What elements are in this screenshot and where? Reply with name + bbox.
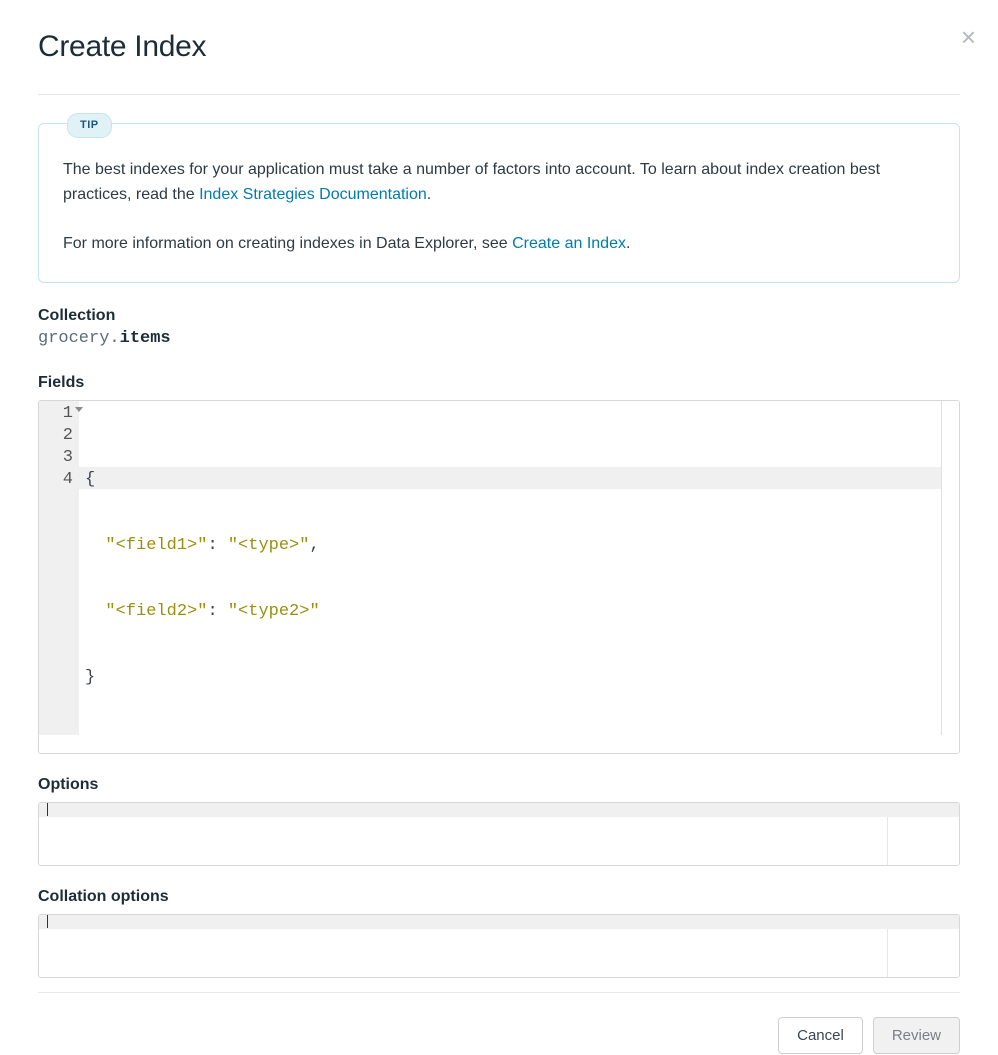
cancel-button[interactable]: Cancel — [778, 1017, 863, 1054]
collection-coll: items — [120, 329, 171, 348]
header-divider — [38, 94, 960, 95]
cursor-icon — [47, 803, 48, 816]
cursor-icon — [47, 915, 48, 928]
tip-text: . — [626, 235, 630, 252]
code-token: : — [207, 536, 227, 555]
fields-label: Fields — [38, 374, 960, 392]
page-title: Create Index — [38, 30, 960, 64]
collection-db: grocery — [38, 329, 109, 348]
code-token: "<type>" — [228, 536, 310, 555]
editor-code[interactable]: { "<field1>": "<type>", "<field2>": "<ty… — [79, 401, 941, 735]
line-number: 2 — [49, 425, 73, 447]
editor-body[interactable] — [39, 817, 887, 865]
tip-paragraph-2: For more information on creating indexes… — [63, 232, 935, 257]
options-label: Options — [38, 776, 960, 794]
editor-header-bar — [39, 915, 959, 929]
code-token: } — [85, 668, 95, 687]
editor-scrollbar[interactable] — [887, 929, 959, 977]
tip-text: The best indexes for your application mu… — [63, 161, 880, 203]
code-token: , — [309, 536, 319, 555]
link-create-an-index[interactable]: Create an Index — [512, 235, 626, 252]
collection-dot: . — [109, 329, 119, 348]
line-number: 4 — [49, 469, 73, 491]
link-index-strategies[interactable]: Index Strategies Documentation — [199, 186, 427, 203]
active-line-highlight — [79, 467, 941, 489]
footer-divider — [38, 992, 960, 993]
collation-label: Collation options — [38, 888, 960, 906]
code-token: "<field1>" — [105, 536, 207, 555]
tip-callout: TIP The best indexes for your applicatio… — [38, 123, 960, 283]
tip-text: . — [427, 186, 431, 203]
line-number: 3 — [49, 447, 73, 469]
options-editor[interactable] — [38, 802, 960, 866]
code-token: : — [207, 602, 227, 621]
editor-scrollbar[interactable] — [941, 401, 959, 735]
editor-padding — [39, 735, 959, 753]
collation-editor[interactable] — [38, 914, 960, 978]
editor-body[interactable] — [39, 929, 887, 977]
editor-gutter: 1 2 3 4 — [39, 401, 79, 735]
code-token: { — [85, 470, 95, 489]
code-token: "<field2>" — [105, 602, 207, 621]
collection-label: Collection — [38, 307, 960, 325]
tip-text: For more information on creating indexes… — [63, 235, 512, 252]
close-icon[interactable]: × — [961, 24, 976, 50]
code-token: "<type2>" — [228, 602, 320, 621]
collection-name: grocery.items — [38, 329, 960, 348]
editor-header-bar — [39, 803, 959, 817]
line-number: 1 — [49, 403, 73, 425]
dialog-footer: Cancel Review — [38, 1017, 960, 1054]
tip-paragraph-1: The best indexes for your application mu… — [63, 158, 935, 208]
fields-editor[interactable]: 1 2 3 4 { "<field1>": "<type>", "<field2… — [38, 400, 960, 754]
review-button[interactable]: Review — [873, 1017, 960, 1054]
editor-scrollbar[interactable] — [887, 817, 959, 865]
tip-badge: TIP — [67, 113, 112, 138]
